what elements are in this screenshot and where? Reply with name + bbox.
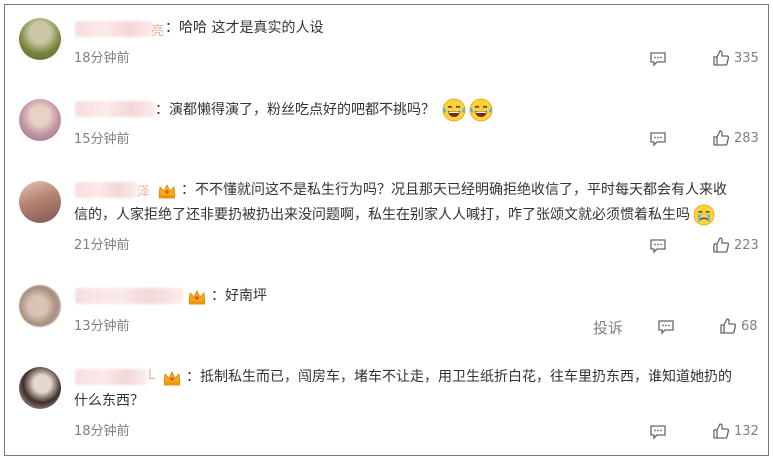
comment-icon <box>650 425 666 440</box>
like-button[interactable]: 132 <box>712 422 759 440</box>
timestamp: 21分钟前 <box>74 238 130 253</box>
username-suffix[interactable]: L <box>148 368 155 383</box>
comment-body: 抵制私生而已，闯房车，堵车不让走，用卫生纸折白花，往车里扔东西，谁知道她扔的 <box>200 369 732 385</box>
colon: ： <box>155 102 169 118</box>
comment-body: 哈哈 这才是真实的人设 <box>179 20 324 36</box>
username-suffix[interactable]: 亮 <box>151 20 164 39</box>
comment-text-continued: 信的，人家拒绝了还非要扔被扔出来没问题啊，私生在别家人人喊打，咋了张颂文就必须惯… <box>74 204 715 227</box>
like-count: 68 <box>741 318 758 334</box>
comments-panel: 亮 ：哈哈 这才是真实的人设 18分钟前 335 ：演都懒得演了，粉丝吃点好的吧… <box>4 4 769 456</box>
timestamp: 18分钟前 <box>74 424 130 439</box>
like-count: 283 <box>734 130 759 146</box>
comment-body: 好南坪 <box>225 288 267 304</box>
like-button[interactable]: 68 <box>719 317 758 335</box>
like-button[interactable]: 335 <box>712 49 759 67</box>
like-button[interactable]: 283 <box>712 129 759 147</box>
laughing-tears-emoji <box>470 98 493 122</box>
like-button[interactable]: 223 <box>712 236 759 254</box>
like-count: 223 <box>734 237 759 253</box>
avatar[interactable] <box>19 285 61 327</box>
username[interactable] <box>75 101 155 117</box>
colon: ： <box>181 182 195 198</box>
comment-icon <box>650 132 666 147</box>
colon: ： <box>165 20 179 36</box>
timestamp: 13分钟前 <box>74 319 130 334</box>
avatar[interactable] <box>19 367 61 409</box>
avatar[interactable] <box>19 181 61 223</box>
comment-text: ：演都懒得演了，粉丝吃点好的吧都不挑吗？ <box>155 98 493 122</box>
crown-badge-icon <box>188 290 206 305</box>
comment-button[interactable] <box>649 238 667 254</box>
crown-badge-icon <box>158 184 176 199</box>
like-count: 132 <box>734 423 759 439</box>
comment-text: ：好南坪 <box>211 285 267 308</box>
like-count: 335 <box>734 50 759 66</box>
colon: ： <box>186 369 200 385</box>
username[interactable] <box>75 21 153 37</box>
comment-button[interactable] <box>649 51 667 67</box>
comment-button[interactable] <box>657 319 675 335</box>
comment-text: ：抵制私生而已，闯房车，堵车不让走，用卫生纸折白花，往车里扔东西，谁知道她扔的 <box>186 366 732 389</box>
username[interactable] <box>75 288 183 304</box>
comment-text-continued: 什么东西？ <box>74 393 144 409</box>
comment-body: 信的，人家拒绝了还非要扔被扔出来没问题啊，私生在别家人人喊打，咋了张颂文就必须惯… <box>74 207 690 223</box>
comment-button[interactable] <box>649 424 667 440</box>
timestamp: 18分钟前 <box>74 51 130 66</box>
comment-text: ：哈哈 这才是真实的人设 <box>165 17 323 40</box>
timestamp: 15分钟前 <box>74 132 130 147</box>
crying-emoji <box>693 204 715 226</box>
thumbs-up-icon <box>713 423 730 439</box>
comment-button[interactable] <box>649 131 667 147</box>
report-button[interactable]: 投诉 <box>593 317 623 338</box>
thumbs-up-icon <box>720 318 737 334</box>
comment-icon <box>650 52 666 67</box>
username-suffix[interactable]: 泽 <box>137 181 150 200</box>
username[interactable] <box>75 369 147 385</box>
username[interactable] <box>75 182 137 198</box>
laughing-tears-emoji <box>443 98 466 122</box>
colon: ： <box>211 288 225 304</box>
thumbs-up-icon <box>713 50 730 66</box>
comment-icon <box>650 239 666 254</box>
crown-badge-icon <box>163 371 181 386</box>
avatar[interactable] <box>19 18 61 60</box>
thumbs-up-icon <box>713 237 730 253</box>
comment-icon <box>658 320 674 335</box>
comment-text: ：不不懂就问这不是私生行为吗？况且那天已经明确拒绝收信了，平时每天都会有人来收 <box>181 179 727 202</box>
thumbs-up-icon <box>713 130 730 146</box>
avatar[interactable] <box>19 99 61 141</box>
comment-body: 不不懂就问这不是私生行为吗？况且那天已经明确拒绝收信了，平时每天都会有人来收 <box>195 182 727 198</box>
comment-body: 演都懒得演了，粉丝吃点好的吧都不挑吗？ <box>169 102 435 118</box>
